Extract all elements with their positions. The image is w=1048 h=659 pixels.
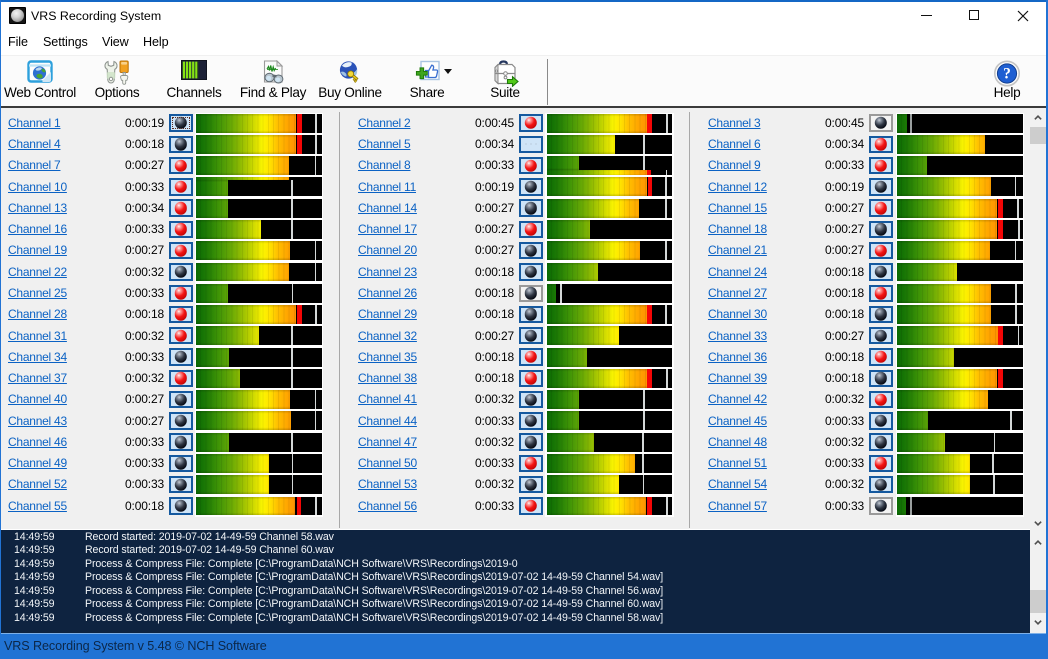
- svg-text:?: ?: [1003, 66, 1011, 83]
